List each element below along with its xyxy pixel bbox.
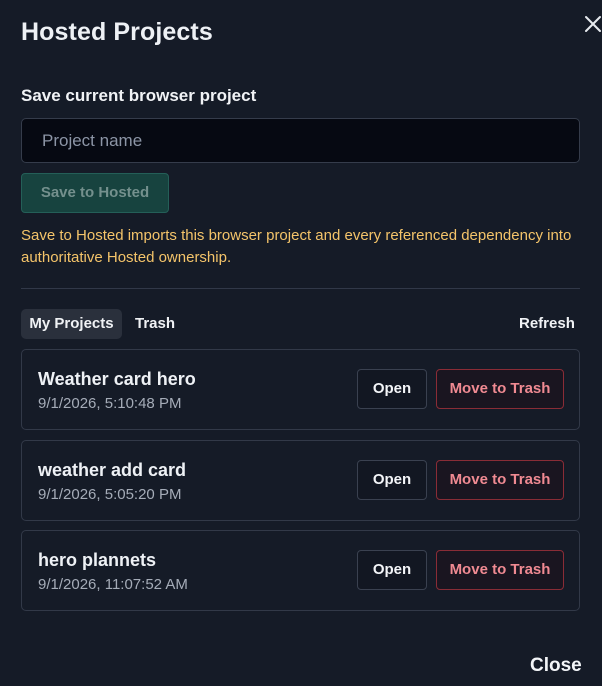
move-to-trash-button[interactable]: Move to Trash (436, 550, 564, 590)
open-button[interactable]: Open (357, 460, 427, 500)
project-card: hero plannets 9/1/2026, 11:07:52 AM Open… (21, 530, 580, 611)
move-to-trash-button[interactable]: Move to Trash (436, 369, 564, 409)
save-section-label: Save current browser project (21, 86, 257, 105)
divider (21, 288, 580, 289)
project-date: 9/1/2026, 5:10:48 PM (38, 395, 182, 412)
project-name-input[interactable] (21, 118, 580, 163)
project-name: Weather card hero (38, 369, 196, 389)
project-card: Weather card hero 9/1/2026, 5:10:48 PM O… (21, 349, 580, 430)
project-date: 9/1/2026, 5:05:20 PM (38, 486, 182, 503)
project-date: 9/1/2026, 11:07:52 AM (38, 576, 188, 593)
save-notice: Save to Hosted imports this browser proj… (21, 227, 572, 266)
open-button[interactable]: Open (357, 550, 427, 590)
close-button[interactable]: Close (530, 655, 582, 677)
open-button[interactable]: Open (357, 369, 427, 409)
project-card: weather add card 9/1/2026, 5:05:20 PM Op… (21, 440, 580, 521)
dialog-title: Hosted Projects (21, 18, 213, 46)
project-name: weather add card (38, 460, 187, 480)
refresh-button[interactable]: Refresh (519, 309, 575, 339)
tab-my-projects[interactable]: My Projects (21, 309, 122, 339)
close-icon[interactable] (583, 14, 602, 36)
tab-trash[interactable]: Trash (135, 309, 175, 339)
save-to-hosted-button[interactable]: Save to Hosted (21, 173, 169, 213)
project-name: hero plannets (38, 550, 157, 570)
move-to-trash-button[interactable]: Move to Trash (436, 460, 564, 500)
